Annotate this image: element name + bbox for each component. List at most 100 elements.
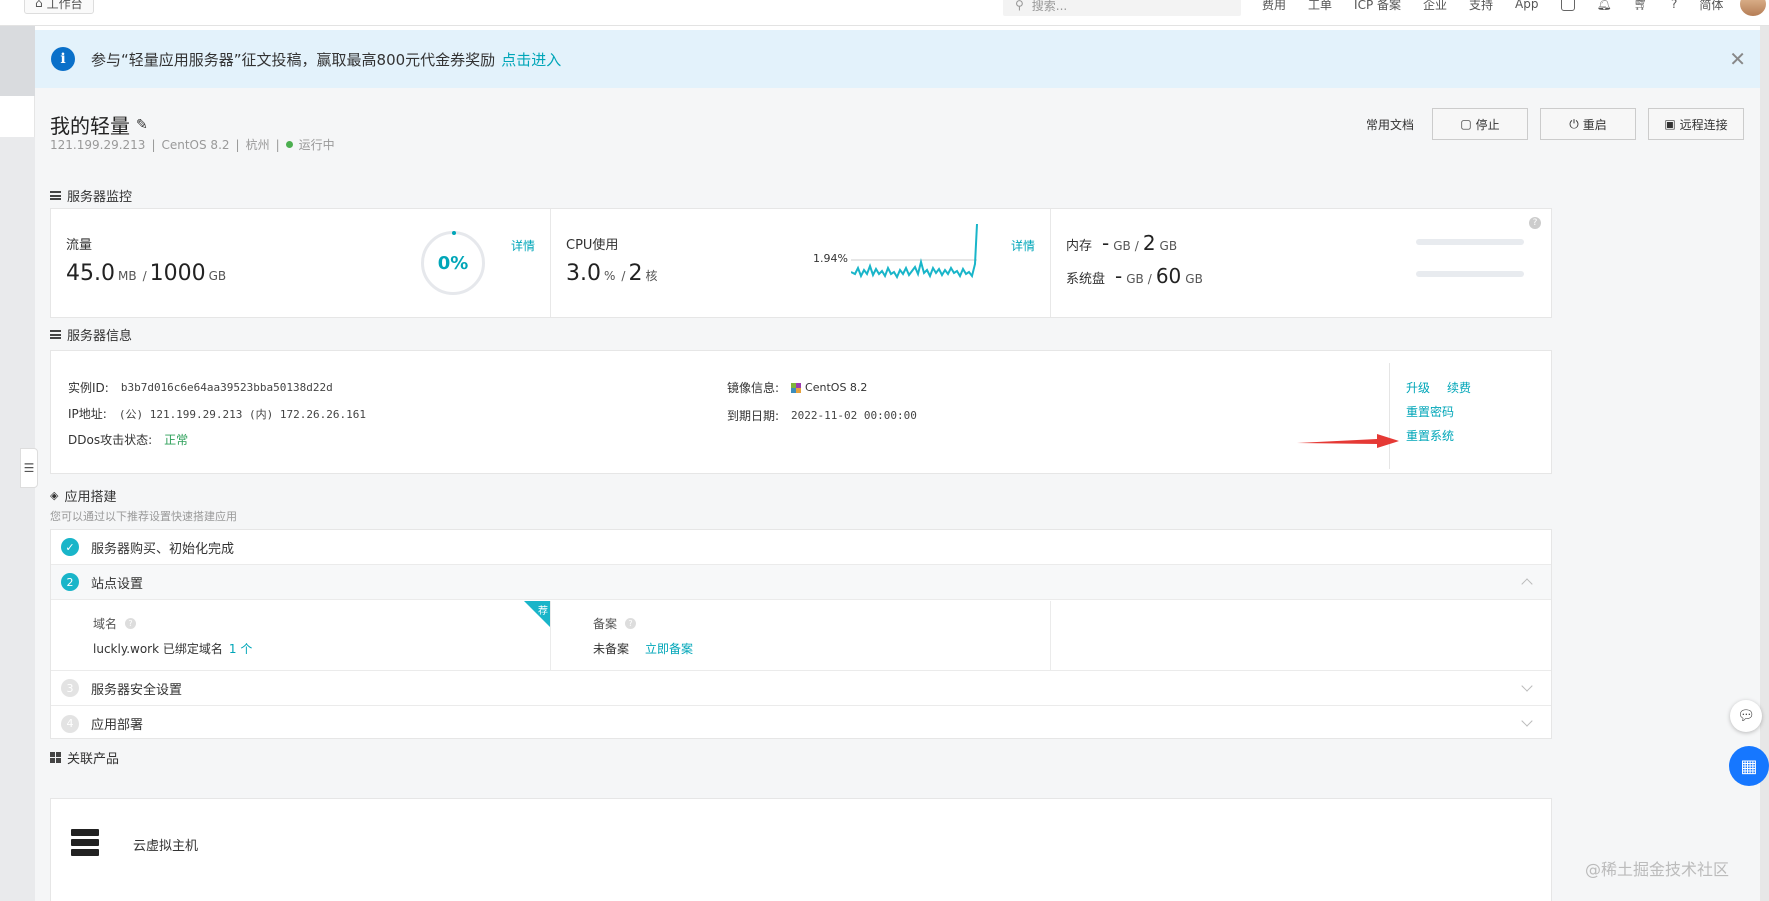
left-sidebar-body xyxy=(0,137,35,901)
apps-button[interactable]: ▦ xyxy=(1729,746,1769,786)
ddos-value: 正常 xyxy=(164,433,189,447)
instance-name: 我的轻量 xyxy=(50,114,130,138)
close-icon[interactable]: ✕ xyxy=(1729,47,1746,71)
stop-icon: ▢ xyxy=(1460,117,1472,131)
centos-icon xyxy=(791,382,802,393)
cpu-usage: 3.0 xyxy=(566,261,601,286)
step-4-number: 4 xyxy=(61,714,79,733)
traffic-detail-link[interactable]: 详情 xyxy=(511,237,535,254)
instance-meta: 121.199.29.213 | CentOS 8.2 | 杭州 | 运行中 xyxy=(50,137,335,153)
traffic-total-unit: GB xyxy=(208,269,227,283)
edit-icon[interactable]: ✎ xyxy=(136,117,148,133)
cpu-cores-unit: 核 xyxy=(645,269,658,283)
search-placeholder: 搜索... xyxy=(1031,0,1068,13)
help-icon[interactable]: ? xyxy=(1671,0,1677,11)
chevron-up-icon[interactable] xyxy=(1521,578,1533,590)
search-icon: ⚲ xyxy=(1015,0,1024,12)
server-icon xyxy=(71,829,99,859)
image-label: 镜像信息: xyxy=(727,381,780,395)
reset-password-link[interactable]: 重置密码 xyxy=(1406,403,1454,420)
restart-label: 重启 xyxy=(1582,117,1607,132)
docs-link[interactable]: 常用文档 xyxy=(1366,116,1414,133)
question-icon[interactable]: ? xyxy=(1529,217,1541,229)
avatar[interactable] xyxy=(1740,0,1766,16)
reset-system-link[interactable]: 重置系统 xyxy=(1406,427,1454,444)
nav-enterprise[interactable]: 企业 xyxy=(1423,0,1447,13)
ddos-label: DDos攻击状态: xyxy=(68,433,153,447)
chevron-down-icon[interactable] xyxy=(1521,680,1533,692)
instance-id-value: b3b7d016c6e64aa39523bba50138d22d xyxy=(120,381,333,394)
cpu-panel: CPU使用 3.0%/2 核 1.94% 详情 xyxy=(551,209,1051,317)
recommend-badge: 荐 xyxy=(538,606,548,617)
expire-label: 到期日期: xyxy=(727,409,780,423)
remote-connect-button[interactable]: ▣ 远程连接 xyxy=(1648,108,1744,140)
renew-link[interactable]: 续费 xyxy=(1447,379,1471,396)
traffic-percent: 0% xyxy=(437,252,469,274)
memory-used: - xyxy=(1102,231,1110,255)
step-4[interactable]: 4 应用部署 xyxy=(51,706,1551,741)
meta-region: 杭州 xyxy=(245,138,270,152)
info-card: 实例ID: b3b7d016c6e64aa39523bba50138d22d I… xyxy=(50,350,1552,474)
traffic-used-unit: MB xyxy=(117,269,137,283)
restart-button[interactable]: ⏻ 重启 xyxy=(1540,108,1636,140)
app-title-text: 应用搭建 xyxy=(64,490,117,505)
image-value: CentOS 8.2 xyxy=(805,381,868,394)
disk-total: 60 xyxy=(1155,264,1182,288)
cpu-cores: 2 xyxy=(628,261,643,286)
ip-row: IP地址: (公) 121.199.29.213 (内) 172.26.26.1… xyxy=(68,405,366,422)
related-product-name[interactable]: 云虚拟主机 xyxy=(133,835,198,854)
layers-icon: ◈ xyxy=(50,489,59,502)
question-icon[interactable]: ? xyxy=(625,618,637,629)
domain-label: 域名 xyxy=(93,617,118,631)
cart-icon[interactable]: 🛒︎ xyxy=(1634,0,1649,11)
step-3-number: 3 xyxy=(61,679,79,697)
notice-banner: i 参与“轻量应用服务器”征文投稿，赢取最高800元代金券奖励 点击进入 ✕ xyxy=(35,30,1760,88)
meta-ip: 121.199.29.213 xyxy=(50,137,146,152)
disk-label: 系统盘 xyxy=(1066,272,1106,287)
beian-label-row: 备案 ? xyxy=(593,615,637,632)
instance-id-label: 实例ID: xyxy=(68,381,109,395)
storage-panel: 内存 - GB/ 2 GB 系统盘 - GB/ 60 GB ? xyxy=(1051,209,1551,317)
upgrade-link[interactable]: 升级 xyxy=(1406,379,1430,396)
beian-value-row: 未备案 立即备案 xyxy=(593,640,693,657)
nav-app[interactable]: App xyxy=(1515,0,1538,11)
traffic-panel: 流量 45.0 MB/1000 GB 0% 详情 xyxy=(51,209,551,317)
nav-tickets[interactable]: 工单 xyxy=(1308,0,1332,13)
chat-icon: 💬︎ xyxy=(1737,708,1755,724)
cpu-detail-link[interactable]: 详情 xyxy=(1011,237,1035,254)
step-3[interactable]: 3 服务器安全设置 xyxy=(51,671,1551,706)
monitor-card: 流量 45.0 MB/1000 GB 0% 详情 CPU使用 3.0%/2 核 1.9… xyxy=(50,208,1552,318)
info-icon: i xyxy=(51,47,75,71)
main-content: i 参与“轻量应用服务器”征文投稿，赢取最高800元代金券奖励 点击进入 ✕ 我… xyxy=(35,26,1760,901)
domain-count-link[interactable]: 1 个 xyxy=(229,640,252,657)
domain-label-row: 域名 ? xyxy=(93,615,137,632)
stop-button[interactable]: ▢ 停止 xyxy=(1432,108,1528,140)
notice-link[interactable]: 点击进入 xyxy=(501,49,561,70)
nav-icp[interactable]: ICP 备案 xyxy=(1354,0,1401,13)
nav-fees[interactable]: 费用 xyxy=(1262,0,1286,13)
top-nav-links: 费用 工单 ICP 备案 企业 支持 App 🔔︎ 🛒︎ ? 简体 xyxy=(1262,0,1723,14)
sidebar-toggle[interactable]: ☰ xyxy=(20,448,38,488)
status-dot xyxy=(285,141,293,148)
lang-switch[interactable]: 简体 xyxy=(1699,0,1723,13)
step-2-number: 2 xyxy=(61,573,79,591)
chat-button[interactable]: 💬︎ xyxy=(1730,700,1762,732)
cpu-unit: % xyxy=(604,269,616,283)
chevron-down-icon[interactable] xyxy=(1521,715,1533,727)
step-1[interactable]: ✓ 服务器购买、初始化完成 xyxy=(51,530,1551,565)
step-2[interactable]: 2 站点设置 xyxy=(51,565,1551,600)
cpu-label: CPU使用 xyxy=(566,238,619,253)
workbench-button[interactable]: ⌂ 工作台 xyxy=(24,0,94,14)
beian-now-link[interactable]: 立即备案 xyxy=(645,640,693,657)
app-subtitle: 您可以通过以下推荐设置快速搭建应用 xyxy=(50,510,237,523)
ip-label: IP地址: xyxy=(68,407,107,421)
domain-value: luckly.work 已绑定域名 xyxy=(93,642,223,656)
nav-support[interactable]: 支持 xyxy=(1469,0,1493,13)
bell-icon[interactable]: 🔔︎ xyxy=(1597,0,1612,11)
search-input[interactable]: ⚲ 搜索... xyxy=(1003,0,1241,16)
step-3-label: 服务器安全设置 xyxy=(91,682,183,698)
terminal-icon[interactable] xyxy=(1560,0,1575,11)
question-icon[interactable]: ? xyxy=(125,618,137,629)
site-settings-panel: 域名 ? luckly.work 已绑定域名 1 个 荐 备案 ? 未备案 立即… xyxy=(51,601,1551,671)
memory-label: 内存 xyxy=(1066,239,1093,254)
